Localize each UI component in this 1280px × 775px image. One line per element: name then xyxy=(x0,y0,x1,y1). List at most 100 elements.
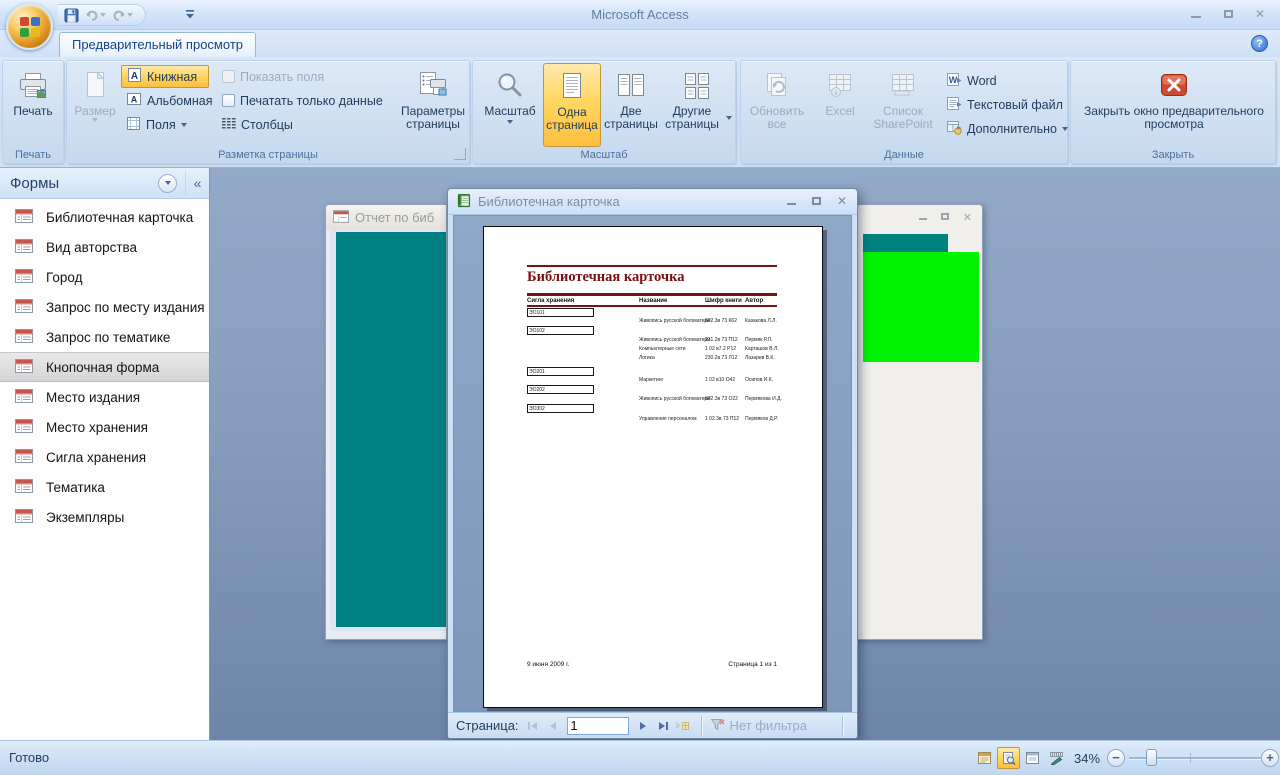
page-number-input[interactable] xyxy=(566,716,629,735)
more-pages-button[interactable]: Другие страницы xyxy=(661,63,733,147)
form-icon xyxy=(15,478,33,496)
report-footer-date: 9 июня 2009 г. xyxy=(527,661,570,668)
export-text-file-button[interactable]: Текстовый файл xyxy=(941,93,1068,116)
maximize-icon[interactable] xyxy=(811,194,821,208)
two-pages-label: Две страницы xyxy=(604,104,658,131)
export-more-button[interactable]: Дополнительно xyxy=(941,117,1073,140)
nav-pane-collapse-button[interactable]: « xyxy=(185,170,209,196)
report-icon xyxy=(456,193,471,211)
sidebar-item-library-card[interactable]: Библиотечная карточка xyxy=(0,202,209,232)
print-preview-view-icon[interactable] xyxy=(997,747,1020,769)
navigation-pane-title: Формы xyxy=(10,174,60,192)
chevron-down-icon xyxy=(1061,126,1068,131)
form-icon xyxy=(15,268,33,286)
office-orb-icon[interactable] xyxy=(6,3,53,50)
close-print-preview-button[interactable]: Закрыть окно предварительного просмотра xyxy=(1076,63,1272,147)
report-sigla-box: ЭО102 xyxy=(527,326,594,335)
zoom-button[interactable]: Масштаб xyxy=(479,63,541,147)
print-button[interactable]: Печать xyxy=(6,63,60,145)
preview-canvas[interactable]: Библиотечная карточка Сигла хранения Наз… xyxy=(453,215,852,712)
sidebar-item-storage-place[interactable]: Место хранения xyxy=(0,412,209,442)
portrait-button[interactable]: A Книжная xyxy=(121,65,209,88)
text-file-icon xyxy=(946,96,962,114)
report-view-icon[interactable] xyxy=(973,747,996,769)
minimize-icon[interactable] xyxy=(1182,5,1210,23)
form-icon xyxy=(15,418,33,436)
filter-funnel-icon[interactable] xyxy=(710,718,725,734)
ribbon: Печать Печать Размер A Книжная A Альбомн… xyxy=(0,57,1280,168)
restore-icon[interactable] xyxy=(1214,5,1242,23)
sidebar-item-sigla[interactable]: Сигла хранения xyxy=(0,442,209,472)
sharepoint-list-button[interactable]: Список SharePoint xyxy=(869,63,937,147)
help-icon[interactable]: ? xyxy=(1251,35,1268,52)
window-titlebar: Microsoft Access ✕ xyxy=(0,0,1280,30)
report-cell-name: Живопись русской богоматери xyxy=(639,337,710,343)
close-icon[interactable]: ✕ xyxy=(1246,5,1274,23)
first-page-icon[interactable] xyxy=(524,717,542,734)
minimize-icon[interactable] xyxy=(918,211,927,224)
new-record-icon[interactable] xyxy=(674,717,692,734)
sidebar-item-query-place[interactable]: Запрос по месту издания xyxy=(0,292,209,322)
ribbon-group-label: Печать xyxy=(14,149,52,161)
tab-print-preview[interactable]: Предварительный просмотр xyxy=(59,32,256,57)
report-cell-code: 231.2в 73 П12 xyxy=(705,337,738,343)
sidebar-item-label: Экземпляры xyxy=(46,509,125,525)
nav-pane-menu-button[interactable] xyxy=(158,173,177,193)
zoom-slider-thumb[interactable] xyxy=(1146,749,1157,766)
report-cell-code: 1 02 в7.2 Р12 xyxy=(705,346,737,352)
more-pages-label: Другие страницы xyxy=(665,104,719,131)
form-icon xyxy=(15,208,33,226)
printer-icon xyxy=(18,67,48,103)
report-page[interactable]: Библиотечная карточка Сигла хранения Наз… xyxy=(483,226,823,708)
restore-icon[interactable] xyxy=(940,211,949,224)
report-sigla-box: ЭО202 xyxy=(527,385,594,394)
print-data-only-checkbox[interactable]: Печатать только данные xyxy=(217,89,388,112)
previous-page-icon[interactable] xyxy=(544,717,562,734)
one-page-button[interactable]: Одна страница xyxy=(543,63,601,147)
landscape-button[interactable]: A Альбомная xyxy=(121,89,215,112)
red-x-icon xyxy=(1160,67,1188,103)
report-cell-author: Пермяк Р.Л. xyxy=(745,337,773,343)
sidebar-item-authorship[interactable]: Вид авторства xyxy=(0,232,209,262)
sidebar-item-query-subject[interactable]: Запрос по тематике xyxy=(0,322,209,352)
close-icon[interactable]: ✕ xyxy=(837,194,847,208)
margins-button[interactable]: Поля xyxy=(121,113,191,136)
minimize-icon[interactable] xyxy=(786,194,796,208)
page-setup-button[interactable]: Параметры страницы xyxy=(401,63,465,145)
sidebar-item-switchboard[interactable]: Кнопочная форма xyxy=(0,352,209,382)
portrait-label: Книжная xyxy=(147,69,198,84)
close-icon[interactable]: ✕ xyxy=(963,211,972,224)
export-word-button[interactable]: W Word xyxy=(941,69,1002,92)
zoom-out-icon[interactable]: − xyxy=(1107,749,1125,767)
zoom-in-icon[interactable]: + xyxy=(1261,749,1279,767)
form-icon xyxy=(15,298,33,316)
sidebar-item-city[interactable]: Город xyxy=(0,262,209,292)
paper-size-button[interactable]: Размер xyxy=(73,63,117,145)
checkbox-icon xyxy=(222,70,235,83)
zoom-icon xyxy=(496,67,524,103)
report-column-header: Название xyxy=(639,298,668,304)
refresh-all-button[interactable]: Обновить все xyxy=(747,63,807,147)
last-page-icon[interactable] xyxy=(654,717,672,734)
ribbon-group-data: Обновить все x Excel Список SharePoint W… xyxy=(740,60,1068,164)
export-excel-button[interactable]: x Excel xyxy=(813,63,867,147)
report-cell-name: Управление персоналом xyxy=(639,416,697,422)
layout-view-icon[interactable] xyxy=(1021,747,1044,769)
design-view-icon[interactable] xyxy=(1045,747,1068,769)
margins-icon xyxy=(126,116,141,134)
two-pages-button[interactable]: Две страницы xyxy=(603,63,659,147)
next-page-icon[interactable] xyxy=(634,717,652,734)
report-column-header: Сигла хранения xyxy=(527,298,575,304)
separator xyxy=(842,715,843,736)
background-window-report[interactable]: Отчет по биб xyxy=(325,204,447,640)
zoom-label: Масштаб xyxy=(484,104,536,118)
show-margins-checkbox[interactable]: Показать поля xyxy=(217,65,329,88)
sidebar-item-copies[interactable]: Экземпляры xyxy=(0,502,209,532)
report-footer-page: Страница 1 из 1 xyxy=(728,661,777,668)
sidebar-item-subject[interactable]: Тематика xyxy=(0,472,209,502)
columns-button[interactable]: Столбцы xyxy=(217,113,298,136)
navigation-pane: Формы « Библиотечная карточка Вид авторс… xyxy=(0,168,210,740)
sidebar-item-pub-place[interactable]: Место издания xyxy=(0,382,209,412)
background-window-form[interactable]: ✕ xyxy=(838,204,983,640)
excel-icon: x xyxy=(827,67,853,103)
